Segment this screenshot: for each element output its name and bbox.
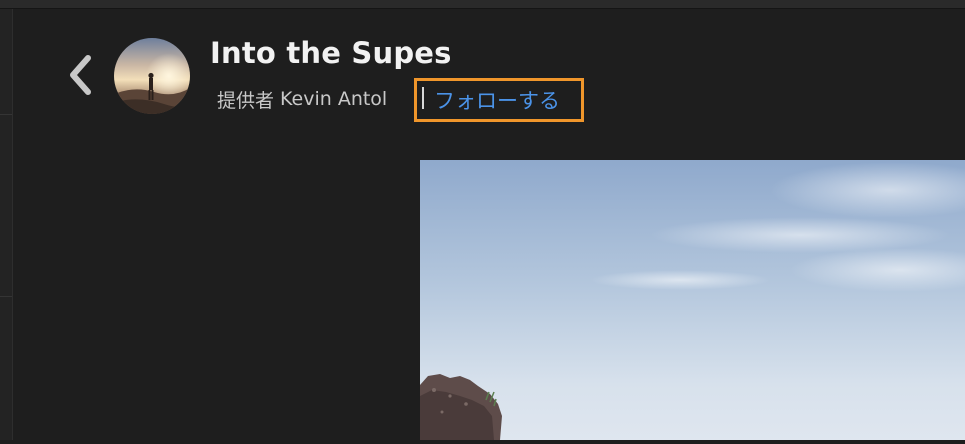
album-title: Into the Supes: [210, 36, 452, 70]
follow-link[interactable]: フォローする: [414, 78, 584, 122]
follow-label: フォローする: [434, 89, 560, 113]
left-rail: [0, 9, 13, 440]
back-button[interactable]: [60, 52, 100, 98]
avatar[interactable]: [114, 38, 190, 114]
album-photo[interactable]: [420, 160, 965, 440]
rail-divider: [0, 114, 12, 115]
author-name[interactable]: Kevin Antol: [280, 88, 387, 110]
rail-divider: [0, 296, 12, 297]
byline: 提供者 Kevin Antol: [217, 86, 387, 112]
byline-prefix: 提供者: [217, 89, 275, 112]
landscape-photo-sky-rocks: [420, 160, 965, 440]
chevron-left-icon: [70, 55, 91, 95]
top-bar: [0, 0, 965, 9]
album-avatar-photo: [114, 38, 190, 114]
